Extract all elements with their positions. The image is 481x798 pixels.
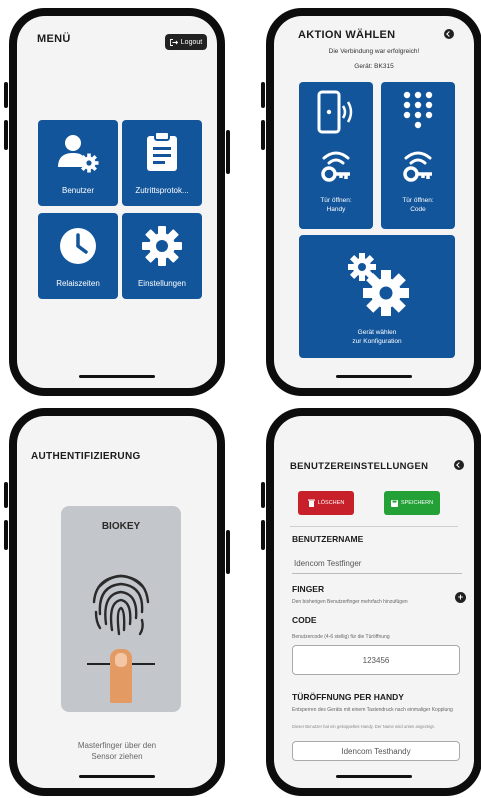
keypad-icon bbox=[403, 91, 433, 129]
handy-note: Entsperren des Geräts mit einem Tastendr… bbox=[292, 707, 453, 713]
side-button bbox=[4, 82, 8, 108]
username-title: BENUTZERNAME bbox=[292, 534, 364, 544]
divider bbox=[290, 526, 458, 527]
biokey-sensor-card[interactable]: BIOKEY bbox=[61, 506, 181, 712]
page-title: MENÜ bbox=[37, 33, 71, 45]
wireless-key-icon bbox=[403, 151, 432, 182]
tile-select-device[interactable]: Gerät wählen zur Konfiguration bbox=[299, 235, 455, 358]
phone-user-settings: BENUTZEREINSTELLUNGEN LÖSCHEN SPEICHERN … bbox=[261, 408, 481, 796]
page-title: AUTHENTIFIZIERUNG bbox=[31, 451, 141, 462]
code-note: Benutzercode (4-6 stellig) für die Türöf… bbox=[292, 634, 390, 640]
save-label: SPEICHERN bbox=[400, 500, 434, 506]
side-button bbox=[261, 82, 265, 108]
finger-note: Den bisherigen Benutzerfinger mehrfach h… bbox=[292, 599, 408, 605]
tile-open-handy[interactable]: Tür öffnen: Handy bbox=[299, 82, 373, 229]
side-button bbox=[261, 482, 265, 508]
tile-label-line2: zur Konfiguration bbox=[352, 338, 402, 345]
connection-status: Die Verbindung war erfolgreich! bbox=[328, 48, 420, 55]
hint-line2: Sensor ziehen bbox=[91, 752, 143, 761]
floppy-icon bbox=[390, 499, 398, 507]
tile-label: Zutrittsprotok... bbox=[135, 186, 189, 195]
side-button bbox=[4, 520, 8, 550]
biokey-title: BIOKEY bbox=[101, 521, 141, 532]
finger-graphic bbox=[110, 649, 132, 703]
tile-label-line1: Tür öffnen: bbox=[402, 197, 434, 204]
handy-input[interactable]: Idencom Testhandy bbox=[292, 741, 460, 761]
username-input[interactable]: Idencom Testfinger bbox=[292, 554, 462, 574]
tile-benutzer[interactable]: Benutzer bbox=[38, 120, 118, 206]
home-indicator bbox=[79, 775, 155, 778]
device-label: Gerät: BK315 bbox=[354, 63, 394, 70]
side-button bbox=[4, 120, 8, 150]
clipboard-icon bbox=[147, 131, 177, 171]
tile-label: Einstellungen bbox=[137, 279, 187, 288]
tile-einstellungen[interactable]: Einstellungen bbox=[122, 213, 202, 299]
gear-icon bbox=[142, 226, 182, 266]
hint-line1: Masterfinger über den bbox=[77, 741, 157, 750]
fingerprint-icon bbox=[92, 574, 150, 636]
page-title: BENUTZEREINSTELLUNGEN bbox=[290, 461, 429, 472]
tile-label: Relaiszeiten bbox=[56, 279, 100, 288]
phone-action: AKTION WÄHLEN Die Verbindung war erfolgr… bbox=[261, 8, 481, 396]
side-button bbox=[261, 520, 265, 550]
logout-label: Logout bbox=[180, 38, 203, 46]
phone-menu: MENÜ Logout Benutzer Zutrittsprotok... R… bbox=[4, 8, 230, 396]
save-button[interactable]: SPEICHERN bbox=[384, 491, 440, 515]
tile-label-line2: Code bbox=[410, 206, 426, 213]
handy-note-small: Dieser Benutzer hat ein gekoppeltes Hand… bbox=[292, 724, 435, 729]
phone-wireless-icon bbox=[317, 90, 353, 134]
trash-icon bbox=[307, 499, 315, 507]
tile-label-line1: Gerät wählen bbox=[357, 329, 397, 336]
fingernail bbox=[115, 653, 127, 667]
tile-open-code[interactable]: Tür öffnen: Code bbox=[381, 82, 455, 229]
user-gear-icon bbox=[58, 135, 99, 173]
phone-auth: AUTHENTIFIZIERUNG BIOKEY Masterfinger üb… bbox=[4, 408, 230, 796]
tile-relaiszeiten[interactable]: Relaiszeiten bbox=[38, 213, 118, 299]
auth-screen: AUTHENTIFIZIERUNG BIOKEY Masterfinger üb… bbox=[17, 416, 217, 788]
home-indicator bbox=[336, 775, 412, 778]
action-screen: AKTION WÄHLEN Die Verbindung war erfolgr… bbox=[274, 16, 474, 388]
side-button bbox=[226, 130, 230, 174]
code-input[interactable]: 123456 bbox=[292, 645, 460, 675]
menu-screen: MENÜ Logout Benutzer Zutrittsprotok... R… bbox=[17, 16, 217, 388]
back-icon[interactable] bbox=[444, 29, 454, 39]
code-title: CODE bbox=[292, 615, 317, 625]
tile-label-line1: Tür öffnen: bbox=[320, 197, 352, 204]
side-button bbox=[261, 120, 265, 150]
home-indicator bbox=[79, 375, 155, 378]
delete-button[interactable]: LÖSCHEN bbox=[298, 491, 354, 515]
side-button bbox=[4, 482, 8, 508]
side-button bbox=[226, 530, 230, 574]
logout-button[interactable]: Logout bbox=[165, 34, 207, 50]
tile-zutrittsprotokoll[interactable]: Zutrittsprotok... bbox=[122, 120, 202, 206]
delete-label: LÖSCHEN bbox=[317, 500, 345, 506]
finger-title: FINGER bbox=[292, 584, 325, 594]
tile-label-line2: Handy bbox=[326, 206, 346, 213]
user-settings-screen: BENUTZEREINSTELLUNGEN LÖSCHEN SPEICHERN … bbox=[274, 416, 474, 788]
back-icon[interactable] bbox=[454, 460, 464, 470]
handy-title: TÜRÖFFNUNG PER HANDY bbox=[292, 692, 404, 702]
logout-icon bbox=[169, 38, 178, 46]
home-indicator bbox=[336, 375, 412, 378]
gears-icon bbox=[348, 253, 409, 316]
wireless-key-icon bbox=[321, 151, 350, 182]
tile-label: Benutzer bbox=[61, 186, 95, 195]
clock-icon bbox=[60, 228, 96, 264]
page-title: AKTION WÄHLEN bbox=[298, 29, 396, 41]
